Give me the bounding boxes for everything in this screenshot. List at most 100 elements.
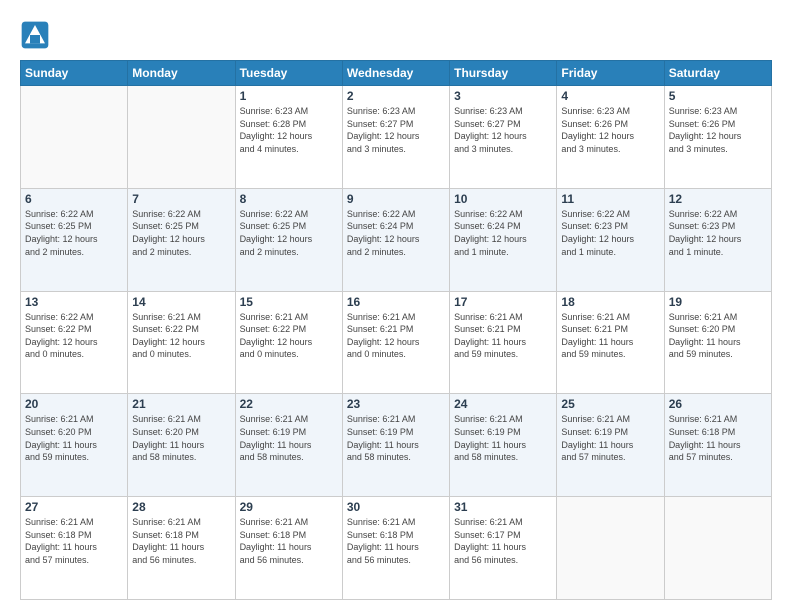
calendar-table: SundayMondayTuesdayWednesdayThursdayFrid… [20, 60, 772, 600]
page: SundayMondayTuesdayWednesdayThursdayFrid… [0, 0, 792, 612]
week-row-1: 6 Sunrise: 6:22 AM Sunset: 6:25 PM Daylig… [21, 188, 772, 291]
header [20, 16, 772, 50]
day-info: Sunrise: 6:21 AM Sunset: 6:19 PM Dayligh… [347, 413, 445, 463]
day-number: 8 [240, 192, 338, 206]
day-info: Sunrise: 6:21 AM Sunset: 6:19 PM Dayligh… [240, 413, 338, 463]
day-number: 22 [240, 397, 338, 411]
day-info: Sunrise: 6:22 AM Sunset: 6:25 PM Dayligh… [132, 208, 230, 258]
day-info: Sunrise: 6:21 AM Sunset: 6:21 PM Dayligh… [454, 311, 552, 361]
day-info: Sunrise: 6:21 AM Sunset: 6:18 PM Dayligh… [25, 516, 123, 566]
calendar-cell: 25 Sunrise: 6:21 AM Sunset: 6:19 PM Dayli… [557, 394, 664, 497]
week-row-0: 1 Sunrise: 6:23 AM Sunset: 6:28 PM Daylig… [21, 86, 772, 189]
calendar-cell [557, 497, 664, 600]
calendar-cell: 16 Sunrise: 6:21 AM Sunset: 6:21 PM Dayli… [342, 291, 449, 394]
day-number: 3 [454, 89, 552, 103]
calendar-cell: 3 Sunrise: 6:23 AM Sunset: 6:27 PM Daylig… [450, 86, 557, 189]
day-number: 31 [454, 500, 552, 514]
week-row-3: 20Sunrise: 6:21 AM Sunset: 6:20 PM Dayli… [21, 394, 772, 497]
weekday-header-sunday: Sunday [21, 61, 128, 86]
day-info: Sunrise: 6:21 AM Sunset: 6:22 PM Dayligh… [240, 311, 338, 361]
day-info: Sunrise: 6:23 AM Sunset: 6:28 PM Dayligh… [240, 105, 338, 155]
day-number: 30 [347, 500, 445, 514]
weekday-header-friday: Friday [557, 61, 664, 86]
day-number: 4 [561, 89, 659, 103]
calendar-cell: 18 Sunrise: 6:21 AM Sunset: 6:21 PM Dayli… [557, 291, 664, 394]
calendar-cell: 4 Sunrise: 6:23 AM Sunset: 6:26 PM Daylig… [557, 86, 664, 189]
calendar-cell: 9Sunrise: 6:22 AM Sunset: 6:24 PM Daylig… [342, 188, 449, 291]
day-number: 27 [25, 500, 123, 514]
day-info: Sunrise: 6:23 AM Sunset: 6:26 PM Dayligh… [561, 105, 659, 155]
weekday-header-wednesday: Wednesday [342, 61, 449, 86]
calendar-cell: 5 Sunrise: 6:23 AM Sunset: 6:26 PM Daylig… [664, 86, 771, 189]
day-number: 20 [25, 397, 123, 411]
day-number: 15 [240, 295, 338, 309]
day-info: Sunrise: 6:21 AM Sunset: 6:19 PM Dayligh… [561, 413, 659, 463]
calendar-cell: 28Sunrise: 6:21 AM Sunset: 6:18 PM Dayli… [128, 497, 235, 600]
day-number: 5 [669, 89, 767, 103]
calendar-cell: 24 Sunrise: 6:21 AM Sunset: 6:19 PM Dayli… [450, 394, 557, 497]
day-number: 26 [669, 397, 767, 411]
calendar-cell: 13 Sunrise: 6:22 AM Sunset: 6:22 PM Dayli… [21, 291, 128, 394]
calendar-cell: 31 Sunrise: 6:21 AM Sunset: 6:17 PM Dayli… [450, 497, 557, 600]
calendar-cell: 30 Sunrise: 6:21 AM Sunset: 6:18 PM Dayli… [342, 497, 449, 600]
weekday-header-saturday: Saturday [664, 61, 771, 86]
calendar-cell: 17Sunrise: 6:21 AM Sunset: 6:21 PM Dayli… [450, 291, 557, 394]
day-number: 13 [25, 295, 123, 309]
day-info: Sunrise: 6:22 AM Sunset: 6:24 PM Dayligh… [454, 208, 552, 258]
day-number: 2 [347, 89, 445, 103]
calendar-cell: 11Sunrise: 6:22 AM Sunset: 6:23 PM Dayli… [557, 188, 664, 291]
day-number: 29 [240, 500, 338, 514]
calendar-body: 1 Sunrise: 6:23 AM Sunset: 6:28 PM Daylig… [21, 86, 772, 600]
day-number: 1 [240, 89, 338, 103]
day-info: Sunrise: 6:21 AM Sunset: 6:20 PM Dayligh… [669, 311, 767, 361]
day-number: 24 [454, 397, 552, 411]
calendar-cell: 1 Sunrise: 6:23 AM Sunset: 6:28 PM Daylig… [235, 86, 342, 189]
calendar-cell: 23 Sunrise: 6:21 AM Sunset: 6:19 PM Dayli… [342, 394, 449, 497]
calendar-cell: 26Sunrise: 6:21 AM Sunset: 6:18 PM Dayli… [664, 394, 771, 497]
calendar-cell: 8 Sunrise: 6:22 AM Sunset: 6:25 PM Daylig… [235, 188, 342, 291]
calendar-cell [21, 86, 128, 189]
day-info: Sunrise: 6:21 AM Sunset: 6:21 PM Dayligh… [347, 311, 445, 361]
day-number: 23 [347, 397, 445, 411]
weekday-header-thursday: Thursday [450, 61, 557, 86]
day-info: Sunrise: 6:22 AM Sunset: 6:22 PM Dayligh… [25, 311, 123, 361]
day-number: 25 [561, 397, 659, 411]
logo-icon [20, 20, 50, 50]
week-row-2: 13 Sunrise: 6:22 AM Sunset: 6:22 PM Dayli… [21, 291, 772, 394]
day-number: 11 [561, 192, 659, 206]
week-row-4: 27 Sunrise: 6:21 AM Sunset: 6:18 PM Dayli… [21, 497, 772, 600]
day-info: Sunrise: 6:22 AM Sunset: 6:25 PM Dayligh… [25, 208, 123, 258]
day-info: Sunrise: 6:21 AM Sunset: 6:18 PM Dayligh… [347, 516, 445, 566]
day-info: Sunrise: 6:22 AM Sunset: 6:24 PM Dayligh… [347, 208, 445, 258]
calendar-cell: 19 Sunrise: 6:21 AM Sunset: 6:20 PM Dayli… [664, 291, 771, 394]
calendar-cell: 7 Sunrise: 6:22 AM Sunset: 6:25 PM Daylig… [128, 188, 235, 291]
day-info: Sunrise: 6:21 AM Sunset: 6:18 PM Dayligh… [240, 516, 338, 566]
day-number: 6 [25, 192, 123, 206]
calendar-header: SundayMondayTuesdayWednesdayThursdayFrid… [21, 61, 772, 86]
day-number: 12 [669, 192, 767, 206]
day-number: 7 [132, 192, 230, 206]
calendar-cell: 14 Sunrise: 6:21 AM Sunset: 6:22 PM Dayli… [128, 291, 235, 394]
day-info: Sunrise: 6:21 AM Sunset: 6:19 PM Dayligh… [454, 413, 552, 463]
day-number: 19 [669, 295, 767, 309]
calendar-cell: 2 Sunrise: 6:23 AM Sunset: 6:27 PM Daylig… [342, 86, 449, 189]
day-info: Sunrise: 6:22 AM Sunset: 6:23 PM Dayligh… [669, 208, 767, 258]
calendar-cell: 21Sunrise: 6:21 AM Sunset: 6:20 PM Dayli… [128, 394, 235, 497]
day-info: Sunrise: 6:22 AM Sunset: 6:25 PM Dayligh… [240, 208, 338, 258]
day-info: Sunrise: 6:21 AM Sunset: 6:22 PM Dayligh… [132, 311, 230, 361]
calendar-cell: 6 Sunrise: 6:22 AM Sunset: 6:25 PM Daylig… [21, 188, 128, 291]
day-info: Sunrise: 6:21 AM Sunset: 6:21 PM Dayligh… [561, 311, 659, 361]
weekday-header-monday: Monday [128, 61, 235, 86]
logo [20, 20, 54, 50]
day-number: 14 [132, 295, 230, 309]
day-number: 16 [347, 295, 445, 309]
calendar-cell: 27 Sunrise: 6:21 AM Sunset: 6:18 PM Dayli… [21, 497, 128, 600]
calendar-cell [128, 86, 235, 189]
day-info: Sunrise: 6:23 AM Sunset: 6:27 PM Dayligh… [347, 105, 445, 155]
day-number: 18 [561, 295, 659, 309]
day-info: Sunrise: 6:21 AM Sunset: 6:17 PM Dayligh… [454, 516, 552, 566]
calendar-cell: 15 Sunrise: 6:21 AM Sunset: 6:22 PM Dayli… [235, 291, 342, 394]
day-info: Sunrise: 6:21 AM Sunset: 6:18 PM Dayligh… [132, 516, 230, 566]
day-info: Sunrise: 6:23 AM Sunset: 6:26 PM Dayligh… [669, 105, 767, 155]
day-info: Sunrise: 6:23 AM Sunset: 6:27 PM Dayligh… [454, 105, 552, 155]
